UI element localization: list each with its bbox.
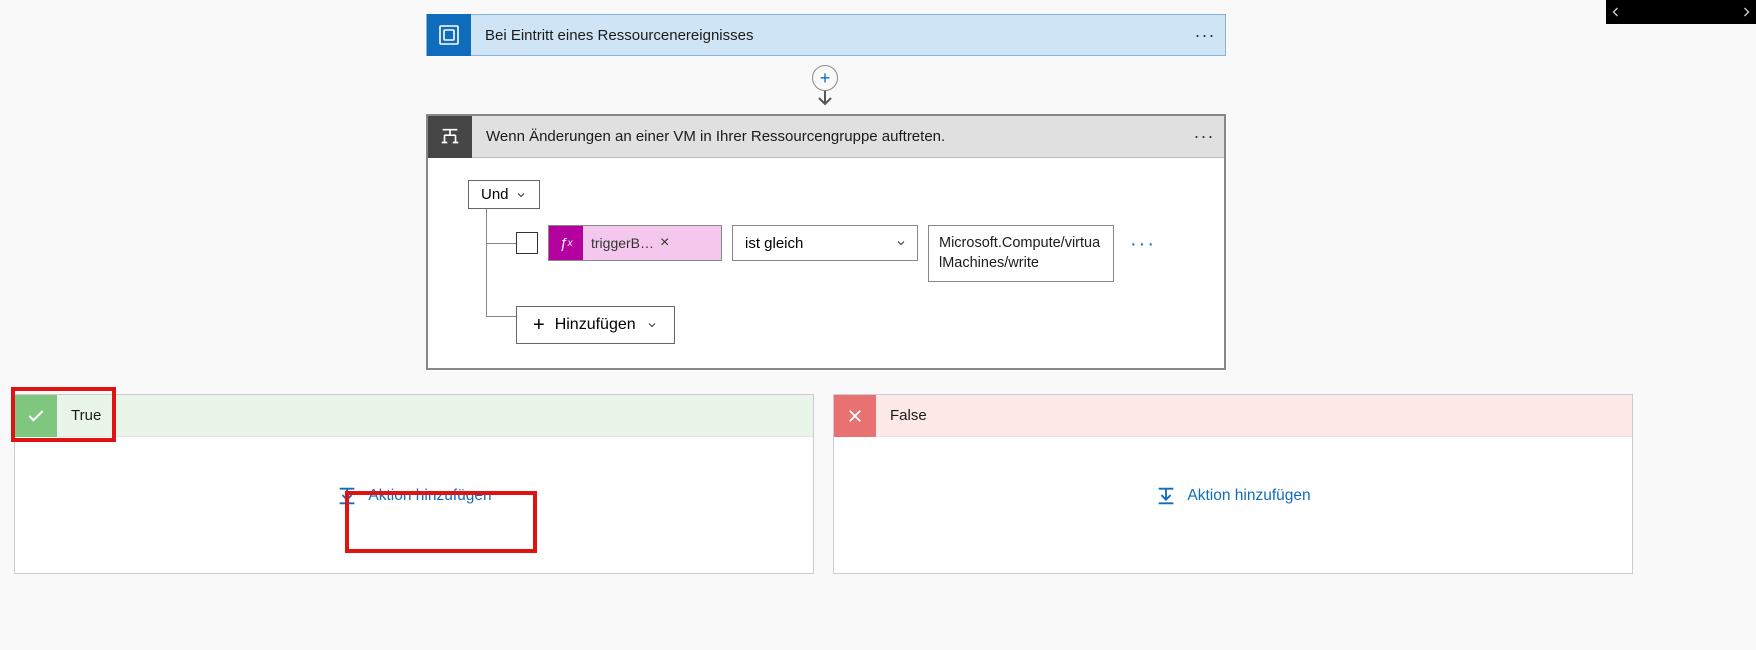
false-branch-header[interactable]: False [834, 395, 1632, 437]
chevron-left-icon [1610, 6, 1622, 18]
add-action-false[interactable]: Aktion hinzufügen [834, 485, 1632, 507]
true-branch-header[interactable]: True [15, 395, 813, 437]
condition-menu-button[interactable]: ··· [1184, 116, 1224, 157]
row-menu-button[interactable]: ··· [1124, 227, 1162, 262]
arrow-down-icon [817, 90, 833, 108]
chevron-right-icon [1740, 6, 1752, 18]
group-operator-select[interactable]: Und [468, 180, 540, 209]
add-row-container: + Hinzufügen [468, 282, 1184, 344]
add-action-icon [336, 485, 358, 507]
group-operator-label: Und [481, 186, 509, 203]
false-branch: False Aktion hinzufügen [833, 394, 1633, 574]
token-label: triggerB… [591, 235, 654, 251]
condition-operator-select[interactable]: ist gleich [732, 225, 918, 261]
condition-header[interactable]: Wenn Änderungen an einer VM in Ihrer Res… [428, 116, 1224, 158]
trigger-menu-button[interactable]: ··· [1185, 15, 1225, 55]
condition-icon [428, 116, 472, 158]
add-action-icon [1155, 485, 1177, 507]
row-checkbox[interactable] [516, 232, 538, 254]
condition-title: Wenn Änderungen an einer VM in Ihrer Res… [472, 128, 1184, 145]
chevron-down-icon [895, 237, 907, 249]
condition-card: Wenn Änderungen an einer VM in Ihrer Res… [426, 114, 1226, 370]
add-condition-button[interactable]: + Hinzufügen [516, 306, 675, 344]
close-icon [834, 395, 876, 437]
add-action-true[interactable]: Aktion hinzufügen [15, 485, 813, 507]
add-label: Hinzufügen [555, 316, 636, 334]
top-toolbar-fragment [1606, 0, 1756, 24]
operator-label: ist gleich [745, 235, 803, 252]
condition-row: ƒx triggerB… × ist gleich Microsoft.Comp… [468, 209, 1184, 282]
true-label: True [57, 407, 101, 424]
plus-icon: + [533, 315, 545, 335]
token-remove-button[interactable]: × [654, 234, 675, 252]
check-icon [15, 395, 57, 437]
add-action-label: Aktion hinzufügen [368, 487, 491, 505]
trigger-card[interactable]: Bei Eintritt eines Ressourcenereignisses… [426, 14, 1226, 56]
add-action-label: Aktion hinzufügen [1187, 487, 1310, 505]
false-label: False [876, 407, 927, 424]
insert-step-button[interactable]: + [812, 65, 838, 91]
fx-icon: ƒx [549, 226, 583, 260]
condition-right-operand[interactable]: Microsoft.Compute/virtualMachines/write [928, 225, 1114, 282]
event-grid-icon [427, 14, 471, 56]
chevron-down-icon [646, 319, 658, 331]
chevron-down-icon [515, 189, 527, 201]
condition-left-operand[interactable]: ƒx triggerB… × [548, 225, 722, 261]
true-branch: True Aktion hinzufügen [14, 394, 814, 574]
trigger-title: Bei Eintritt eines Ressourcenereignisses [471, 27, 1185, 44]
